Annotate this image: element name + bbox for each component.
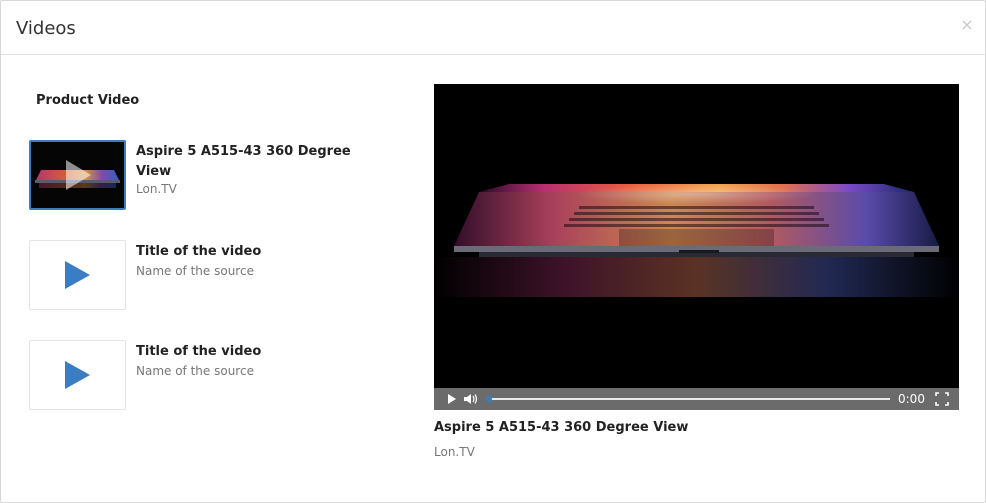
video-list-item[interactable]: Title of the video Name of the source — [29, 340, 369, 410]
video-thumbnail[interactable] — [29, 140, 126, 210]
modal-title: Videos — [16, 18, 76, 39]
modal-header: Videos × — [1, 1, 985, 55]
video-source: Lon.TV — [136, 182, 177, 196]
volume-icon[interactable] — [462, 388, 480, 410]
time-display: 0:00 — [898, 392, 925, 406]
now-playing-title: Aspire 5 A515-43 360 Degree View — [434, 420, 689, 435]
fullscreen-icon[interactable] — [934, 388, 950, 410]
play-icon — [66, 160, 91, 190]
video-source: Name of the source — [136, 364, 254, 378]
now-playing-source: Lon.TV — [434, 445, 475, 459]
progress-bar[interactable] — [486, 396, 890, 402]
section-title: Product Video — [36, 93, 140, 108]
progress-knob[interactable] — [486, 396, 492, 402]
video-thumbnail[interactable] — [29, 340, 126, 410]
video-player[interactable]: 0:00 — [434, 84, 959, 410]
play-icon — [65, 361, 90, 389]
video-list-item[interactable]: Title of the video Name of the source — [29, 240, 369, 310]
video-thumbnail[interactable] — [29, 240, 126, 310]
player-controls: 0:00 — [434, 388, 959, 410]
play-icon[interactable] — [446, 388, 458, 410]
close-icon[interactable]: × — [959, 17, 975, 33]
video-source: Name of the source — [136, 264, 254, 278]
video-frame[interactable] — [434, 84, 959, 388]
play-icon — [65, 261, 90, 289]
video-title: Aspire 5 A515-43 360 Degree View — [136, 144, 351, 179]
video-list-item[interactable]: Aspire 5 A515-43 360 Degree View Lon.TV — [29, 140, 369, 210]
videos-modal: Videos × Product Video Aspire 5 A515-43 … — [0, 0, 986, 503]
video-title: Title of the video — [136, 244, 262, 259]
video-title: Title of the video — [136, 344, 262, 359]
